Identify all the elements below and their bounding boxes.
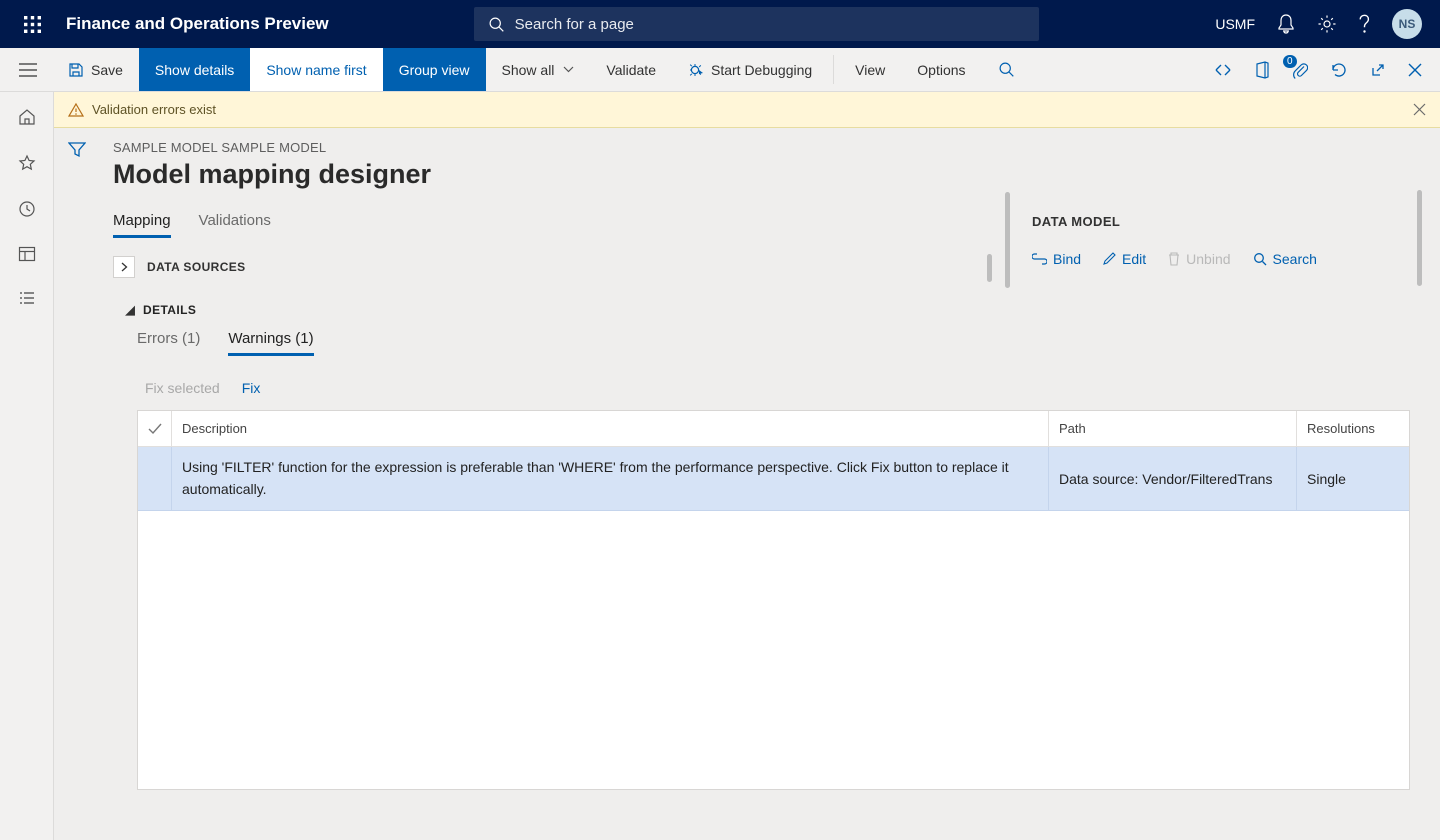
- trash-icon: [1168, 252, 1180, 266]
- pencil-icon: [1103, 252, 1116, 265]
- app-title: Finance and Operations Preview: [56, 14, 339, 34]
- modules-icon[interactable]: [18, 290, 36, 306]
- recent-icon[interactable]: [18, 200, 36, 218]
- save-icon: [68, 62, 84, 78]
- filter-icon[interactable]: [68, 142, 86, 158]
- banner-text: Validation errors exist: [92, 102, 216, 117]
- center-panel-handle[interactable]: [987, 254, 992, 282]
- search-icon: [488, 16, 505, 33]
- find-button[interactable]: [982, 48, 1031, 91]
- settings-icon[interactable]: [1317, 14, 1337, 34]
- company-code[interactable]: USMF: [1215, 16, 1255, 32]
- hamburger-icon[interactable]: [4, 48, 52, 91]
- col-description[interactable]: Description: [172, 411, 1049, 446]
- cell-path: Data source: Vendor/FilteredTrans: [1049, 447, 1297, 510]
- col-resolutions[interactable]: Resolutions: [1297, 411, 1409, 446]
- show-all-button[interactable]: Show all: [486, 48, 591, 91]
- validation-banner: Validation errors exist: [54, 92, 1440, 128]
- right-panel-handle[interactable]: [1417, 190, 1422, 286]
- search-button[interactable]: Search: [1253, 251, 1317, 267]
- app-launcher[interactable]: [8, 16, 56, 33]
- details-label: DETAILS: [143, 303, 196, 317]
- details-collapse[interactable]: ◢: [125, 302, 135, 318]
- avatar[interactable]: NS: [1392, 9, 1422, 39]
- panel-handle[interactable]: [1005, 192, 1010, 288]
- fix-button[interactable]: Fix: [242, 380, 261, 396]
- validate-button[interactable]: Validate: [590, 48, 672, 91]
- related-icon[interactable]: [1214, 62, 1232, 78]
- link-icon: [1032, 253, 1047, 265]
- start-debugging-button[interactable]: Start Debugging: [672, 48, 828, 91]
- row-checkbox[interactable]: [138, 447, 172, 510]
- save-label: Save: [91, 62, 123, 78]
- chevron-right-icon: [121, 262, 128, 272]
- banner-close[interactable]: [1413, 103, 1426, 116]
- warning-icon: [68, 102, 84, 118]
- data-sources-label: DATA SOURCES: [147, 260, 246, 274]
- cell-resolutions: Single: [1297, 447, 1409, 510]
- data-sources-expander[interactable]: [113, 256, 135, 278]
- start-debugging-label: Start Debugging: [711, 62, 812, 78]
- select-all-checkbox[interactable]: [138, 411, 172, 446]
- chevron-down-icon: [563, 66, 574, 73]
- unbind-button: Unbind: [1168, 251, 1230, 267]
- attachments-count: 0: [1283, 55, 1297, 68]
- bind-button[interactable]: Bind: [1032, 251, 1081, 267]
- refresh-icon[interactable]: [1330, 61, 1348, 79]
- datamodel-title: DATA MODEL: [1032, 214, 1317, 229]
- show-all-label: Show all: [502, 62, 555, 78]
- favorites-icon[interactable]: [18, 154, 36, 172]
- col-path[interactable]: Path: [1049, 411, 1297, 446]
- notifications-icon[interactable]: [1277, 14, 1295, 34]
- tab-validations[interactable]: Validations: [199, 212, 271, 238]
- subtab-errors[interactable]: Errors (1): [137, 330, 200, 356]
- close-icon: [1408, 63, 1422, 77]
- debug-icon: [688, 62, 704, 78]
- show-details-button[interactable]: Show details: [139, 48, 250, 91]
- popout-icon[interactable]: [1370, 62, 1386, 78]
- close-button[interactable]: [1408, 63, 1422, 77]
- warnings-grid: Description Path Resolutions Using 'FILT…: [137, 410, 1410, 790]
- group-view-button[interactable]: Group view: [383, 48, 486, 91]
- search-input[interactable]: [515, 16, 1025, 33]
- find-icon: [998, 61, 1015, 78]
- page-title: Model mapping designer: [113, 159, 1410, 190]
- cell-description: Using 'FILTER' function for the expressi…: [172, 447, 1049, 510]
- office-icon[interactable]: [1254, 61, 1270, 79]
- save-button[interactable]: Save: [52, 48, 139, 91]
- waffle-icon: [24, 16, 41, 33]
- help-icon[interactable]: [1359, 14, 1370, 34]
- view-button[interactable]: View: [839, 48, 901, 91]
- attachments-button[interactable]: 0: [1292, 61, 1308, 79]
- table-row[interactable]: Using 'FILTER' function for the expressi…: [138, 447, 1409, 511]
- tab-mapping[interactable]: Mapping: [113, 212, 171, 238]
- options-button[interactable]: Options: [901, 48, 981, 91]
- subtab-warnings[interactable]: Warnings (1): [228, 330, 313, 356]
- fix-selected-button: Fix selected: [145, 380, 220, 396]
- workspaces-icon[interactable]: [18, 246, 36, 262]
- show-name-first-button[interactable]: Show name first: [250, 48, 382, 91]
- breadcrumb: SAMPLE MODEL SAMPLE MODEL: [113, 140, 1410, 155]
- search-box[interactable]: [474, 7, 1039, 41]
- home-icon[interactable]: [18, 108, 36, 126]
- edit-button[interactable]: Edit: [1103, 251, 1146, 267]
- search-icon: [1253, 252, 1267, 266]
